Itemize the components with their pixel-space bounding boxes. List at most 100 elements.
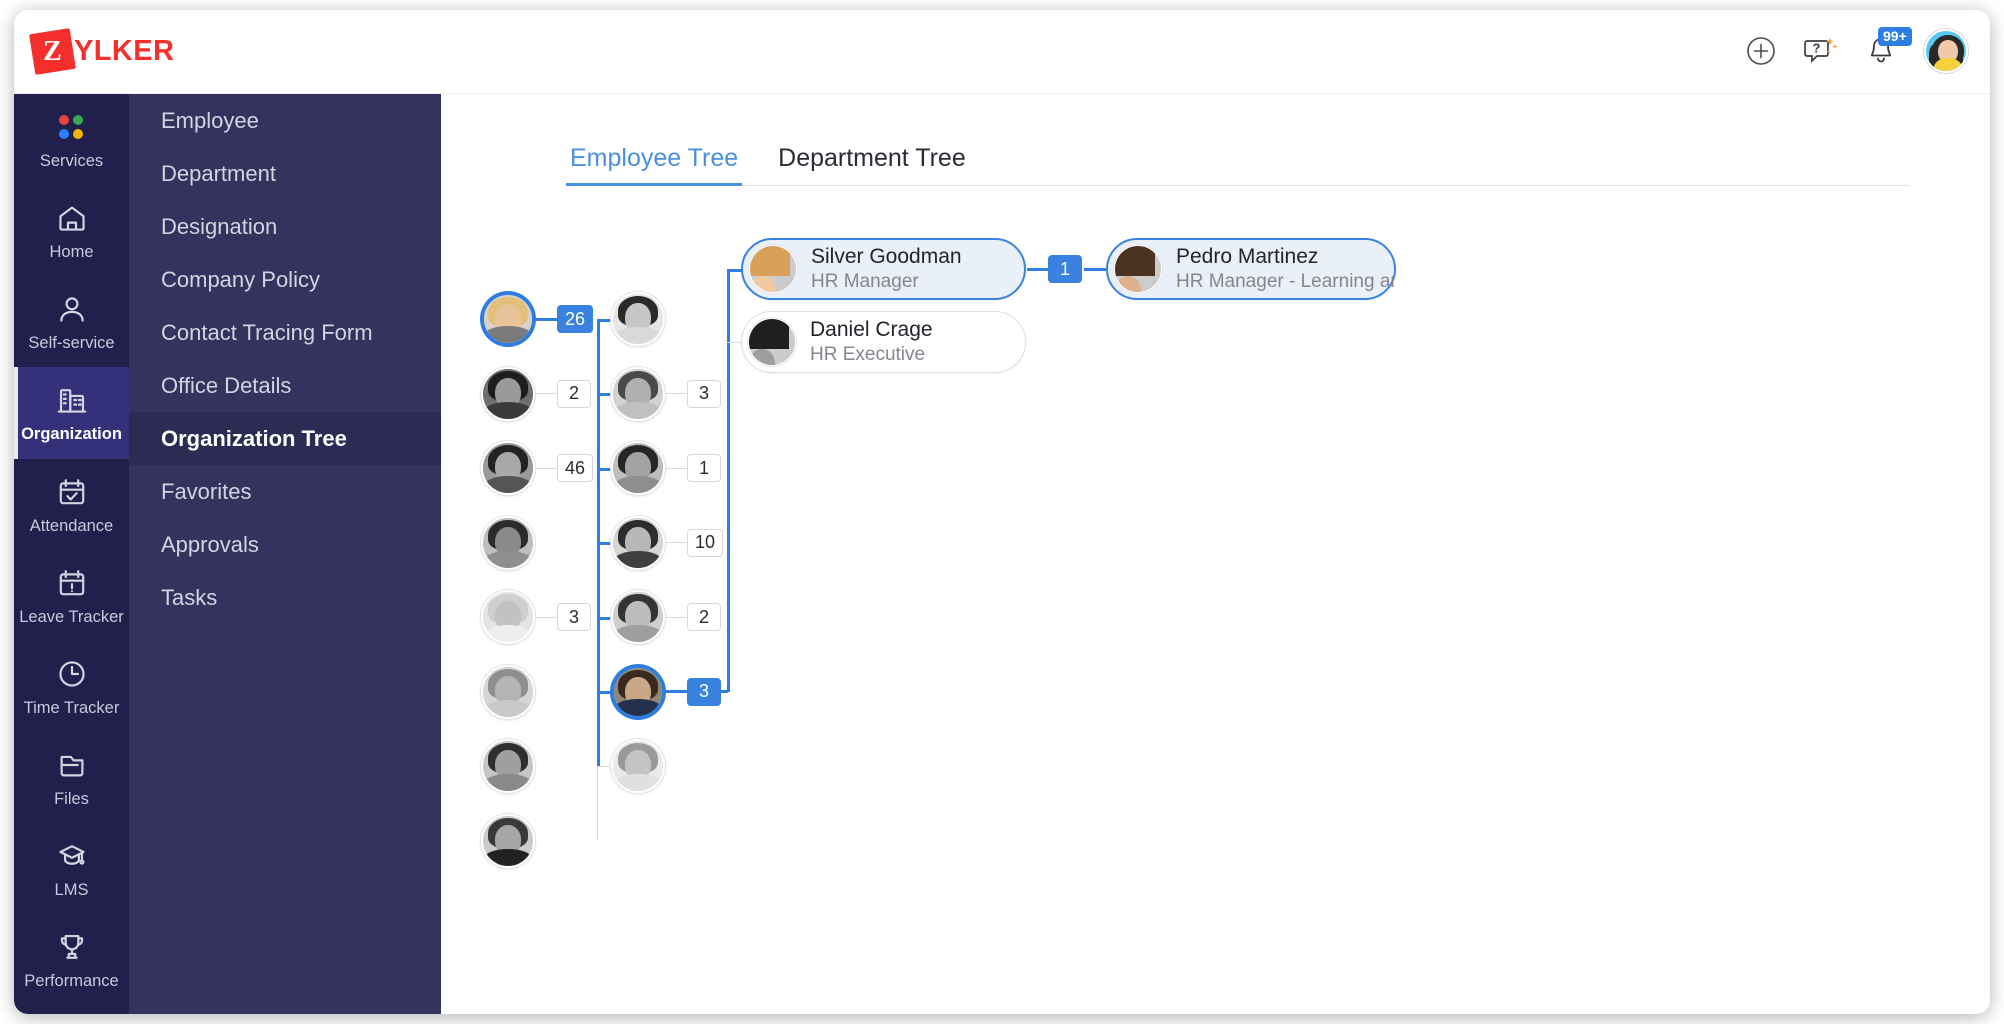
employee-avatar-node[interactable] [611,366,665,421]
employee-avatar-node[interactable] [481,739,535,793]
home-icon [18,201,125,235]
portrait [614,667,662,716]
employee-avatar-node[interactable] [481,813,535,868]
rail-item-label: Services [39,152,104,170]
services-dots-icon [18,110,125,144]
topbar-actions: ? 99+ [1744,27,1968,73]
employee-avatar-node[interactable] [481,441,535,495]
connector-line [597,691,611,694]
calendar-alert-icon [18,566,125,600]
rail-item-performance[interactable]: Performance [14,914,129,1005]
subordinate-count-badge[interactable]: 3 [687,379,721,408]
subnav-item-department[interactable]: Department [129,147,441,200]
portrait [483,368,533,419]
connector-line [597,318,611,322]
clock-icon [18,657,125,691]
rail-item-home[interactable]: Home [14,185,129,276]
bell-icon[interactable]: 99+ [1864,27,1912,68]
connector-line [1084,267,1106,271]
subordinate-count-badge[interactable]: 3 [687,677,721,706]
employee-info: Daniel Crage HR Executive [810,317,933,366]
connector-line [727,269,730,692]
connector-line [597,542,611,545]
employee-avatar-node[interactable] [481,366,535,421]
logo-text: YLKER [74,35,175,67]
subnav-item-contact-tracing-form[interactable]: Contact Tracing Form [129,306,441,359]
subordinate-count-badge[interactable]: 1 [687,454,721,482]
org-tree-canvas: 26 2 46 3 3 1 10 2 3 Silver Goodman HR M… [441,214,1990,1014]
subordinate-count-badge[interactable]: 2 [687,603,721,631]
subordinate-count-badge[interactable]: 1 [1048,255,1082,283]
subnav-item-label: Organization Tree [161,425,347,451]
employee-card[interactable]: Daniel Crage HR Executive [741,311,1026,373]
subordinate-count-badge[interactable]: 10 [687,528,724,557]
employee-avatar-node[interactable] [611,292,665,346]
employee-card[interactable]: Pedro Martinez HR Manager - Learning and… [1106,238,1396,300]
subnav-item-employee[interactable]: Employee [129,94,441,147]
employee-avatar-node[interactable] [481,292,535,346]
connector-line [536,393,558,394]
employee-avatar-node[interactable] [481,515,535,570]
rail-item-label: Attendance [29,516,114,535]
subnav-item-tasks[interactable]: Tasks [129,571,441,624]
subnav-item-label: Contact Tracing Form [161,319,373,345]
employee-avatar-node[interactable] [611,664,665,719]
rail-item-label: Performance [24,972,119,991]
subnav-item-label: Department [161,160,276,186]
help-chat-icon[interactable]: ? [1804,34,1838,68]
portrait [1115,246,1161,292]
employee-avatar-node[interactable] [611,441,665,495]
logo-mark-icon: Z [29,28,76,75]
subnav-item-designation[interactable]: Designation [129,200,441,253]
subnav-item-organization-tree[interactable]: Organization Tree [129,412,441,465]
top-bar: Z YLKER ? 99+ [14,10,1990,94]
rail-item-lms[interactable]: LMS [14,823,129,914]
subnav-item-office-details[interactable]: Office Details [129,359,441,412]
rail-item-label: Files [54,789,89,808]
rail-item-attendance[interactable]: Attendance [14,459,129,550]
subnav-item-label: Company Policy [161,266,320,292]
employee-card[interactable]: Silver Goodman HR Manager [741,238,1026,300]
rail-item-organization[interactable]: Organization [14,367,129,459]
employee-name: Daniel Crage [810,318,933,342]
connector-line [666,467,688,469]
person-icon [18,292,125,326]
employee-avatar-node[interactable] [611,739,665,793]
subnav-item-favorites[interactable]: Favorites [129,465,441,518]
rail-item-files[interactable]: Files [14,732,129,823]
rail-item-services[interactable]: Services [14,94,129,185]
employee-avatar-node[interactable] [611,515,665,570]
main-content: Employee Tree Department Tree 26 2 46 3 … [441,94,1990,1014]
tab-department-tree[interactable]: Department Tree [774,144,970,185]
connector-line [597,765,611,767]
subordinate-count-badge[interactable]: 2 [557,379,591,408]
subnav-item-company-policy[interactable]: Company Policy [129,253,441,306]
plus-circle-icon[interactable] [1744,34,1778,68]
avatar[interactable] [1924,29,1968,73]
rail-item-label: Self-service [28,334,115,353]
subordinate-count-badge[interactable]: 26 [557,305,594,333]
rail-item-label: Organization [21,425,122,444]
app-logo[interactable]: Z YLKER [29,28,175,75]
connector-line [536,467,558,469]
employee-avatar-node[interactable] [611,590,665,644]
tab-employee-tree[interactable]: Employee Tree [566,144,743,186]
employee-avatar-node[interactable] [481,664,535,719]
rail-item-label: Home [49,243,94,262]
portrait [613,368,663,419]
rail-item-self-service[interactable]: Self-service [14,276,129,367]
employee-avatar-node[interactable] [481,590,535,644]
subnav-item-approvals[interactable]: Approvals [129,518,441,571]
rail-item-time-tracker[interactable]: Time Tracker [14,641,129,732]
connector-line [666,542,688,543]
subordinate-count-badge[interactable]: 46 [557,454,594,482]
connector-line [597,467,611,471]
subordinate-count-badge[interactable]: 3 [557,603,591,631]
trophy-icon [18,930,125,964]
employee-role: HR Manager - Learning and D… [1176,270,1394,292]
rail-item-leave-tracker[interactable]: Leave Tracker [14,550,129,641]
logo-initial: Z [43,35,62,67]
employee-name: Silver Goodman [811,245,962,269]
connector-line [597,766,598,841]
calendar-check-icon [18,475,125,509]
